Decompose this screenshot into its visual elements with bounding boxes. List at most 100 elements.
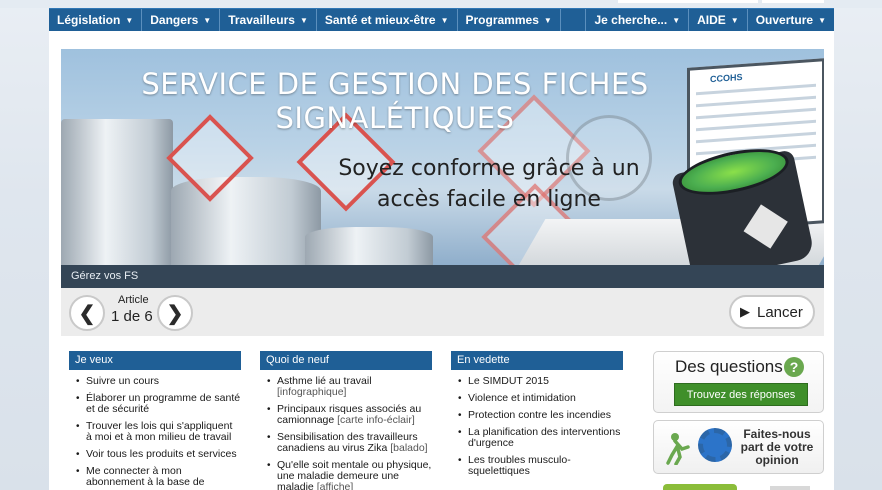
list-link[interactable]: Violence et intimidation [468, 392, 576, 404]
list-link[interactable]: Trouver les lois qui s'appliquent à moi … [86, 420, 232, 443]
article-count: 1 de 6 [111, 308, 153, 325]
chemical-barrel-image [670, 140, 816, 265]
banner-subtitle-line: accès facile en ligne [377, 187, 601, 212]
ccohs-logo-icon [743, 204, 788, 249]
find-answers-button[interactable]: Trouvez des réponses [674, 383, 808, 406]
list-item: Élaborer un programme de santé et de séc… [69, 393, 241, 415]
questions-box: Des questions ? Trouvez des réponses [653, 351, 824, 413]
chevron-left-icon: ❮ [78, 302, 96, 325]
nav-item-sante[interactable]: Santé et mieux-être ▼ [317, 9, 458, 31]
storage-tank-image [61, 119, 173, 265]
banner-subtitle-line: Soyez conforme grâce à un [338, 156, 640, 181]
top-strip [0, 0, 882, 8]
list-link[interactable]: Suivre un cours [86, 375, 159, 387]
storage-tank-image [171, 177, 321, 265]
nav-item-dangers[interactable]: Dangers ▼ [142, 9, 221, 31]
storage-tank-image [305, 227, 433, 265]
nav-item-ouverture[interactable]: Ouverture ▼ [748, 9, 834, 31]
banner-title: SERVICE DE GESTION DES FICHES SIGNALÉTIQ… [95, 67, 695, 135]
carousel-controls: ❮ Article 1 de 6 ❯ ▶ Lancer [61, 288, 824, 336]
search-input[interactable] [618, 0, 758, 3]
screen-logo: CCOHS [710, 71, 743, 85]
list-link[interactable]: Les troubles musculo-squelettiques [468, 454, 571, 477]
list-item: Sensibilisation des travailleurs canadie… [260, 432, 432, 454]
list-item: Le SIMDUT 2015 [451, 375, 623, 388]
list-link[interactable]: Le SIMDUT 2015 [468, 375, 549, 387]
item-note: [infographique] [277, 386, 347, 398]
chevron-down-icon: ▼ [440, 15, 449, 25]
play-icon: ▶ [740, 304, 750, 319]
list-link[interactable]: La planification des interventions d'urg… [468, 426, 620, 449]
quoi-de-neuf-column: Quoi de neuf Asthme lié au travail [info… [260, 351, 432, 490]
list-item: Qu'elle soit mentale ou physique, une ma… [260, 460, 432, 490]
list-item: Les troubles musculo-squelettiques [451, 455, 623, 477]
list-item: Violence et intimidation [451, 392, 623, 405]
chevron-down-icon: ▼ [203, 15, 212, 25]
column-heading: Je veux [69, 351, 241, 370]
list-link[interactable]: Me connecter à mon abonnement à la base … [86, 465, 205, 488]
list-link[interactable]: Qu'elle soit mentale ou physique, une ma… [277, 459, 431, 490]
carousel-banner[interactable]: CCOHS SERVICE DE GESTION DES FICHES SIGN… [61, 49, 824, 265]
nav-item-travailleurs[interactable]: Travailleurs ▼ [220, 9, 317, 31]
list-item: Me connecter à mon abonnement à la base … [69, 466, 241, 488]
chevron-down-icon: ▼ [125, 15, 134, 25]
previous-button[interactable]: ❮ [69, 295, 105, 331]
chevron-down-icon: ▼ [672, 15, 681, 25]
launch-button[interactable]: ▶ Lancer [729, 295, 815, 329]
main-nav: Législation ▼ Dangers ▼ Travailleurs ▼ S… [49, 8, 834, 31]
banner-title-line: SIGNALÉTIQUES [275, 101, 515, 135]
list-link[interactable]: Élaborer un programme de santé et de séc… [86, 392, 240, 415]
screen-row [696, 83, 816, 96]
item-note: [carte info-éclair] [337, 414, 415, 426]
chevron-right-icon: ❯ [166, 302, 184, 325]
chevron-down-icon: ▼ [299, 15, 308, 25]
nav-label: Dangers [150, 13, 199, 27]
chevron-down-icon: ▼ [543, 15, 552, 25]
launch-label: Lancer [757, 303, 803, 321]
screen-row [696, 131, 816, 144]
search-button[interactable] [762, 0, 824, 3]
nav-item-aide[interactable]: AIDE ▼ [689, 9, 748, 31]
nav-item-legislation[interactable]: Législation ▼ [49, 9, 143, 31]
banner-title-line: SERVICE DE GESTION DES FICHES [141, 67, 649, 101]
screen-row [696, 107, 816, 120]
nav-label: Ouverture [755, 13, 814, 27]
list-item: Voir tous les produits et services [69, 448, 241, 461]
list-item: Protection contre les incendies [451, 409, 623, 422]
question-mark-icon: ? [784, 357, 804, 377]
person-pushing-icon [666, 433, 690, 465]
gear-icon [698, 428, 732, 462]
list-item: Trouver les lois qui s'appliquent à moi … [69, 421, 241, 443]
item-note: [affiche] [316, 481, 354, 490]
nav-label: Je cherche... [594, 13, 668, 27]
chevron-down-icon: ▼ [818, 15, 826, 25]
list-item: Asthme lié au travail [infographique] [260, 376, 432, 398]
nav-item-je-cherche[interactable]: Je cherche... ▼ [586, 9, 690, 31]
screen-row [696, 95, 816, 108]
chevron-down-icon: ▼ [730, 15, 739, 25]
je-veux-column: Je veux Suivre un cours Élaborer un prog… [69, 351, 241, 490]
nav-label: AIDE [697, 13, 726, 27]
nav-label: Législation [57, 13, 121, 27]
feedback-text: Faites-nous part de votre opinion [740, 427, 814, 467]
nav-item-programmes[interactable]: Programmes ▼ [458, 9, 561, 31]
item-note: [balado] [390, 442, 428, 454]
screen-row [696, 119, 816, 132]
list-item: La planification des interventions d'urg… [451, 427, 623, 449]
list-link[interactable]: Voir tous les produits et services [86, 448, 237, 460]
nav-label: Programmes [465, 13, 539, 27]
nav-spacer [561, 9, 587, 31]
en-vedette-column: En vedette Le SIMDUT 2015 Violence et in… [451, 351, 623, 483]
partial-banner-element [770, 486, 810, 490]
column-heading: Quoi de neuf [260, 351, 432, 370]
list-item: Principaux risques associés au camionnag… [260, 404, 432, 426]
feedback-box[interactable]: Faites-nous part de votre opinion [653, 420, 824, 474]
article-label: Article [118, 294, 149, 306]
next-button[interactable]: ❯ [157, 295, 193, 331]
questions-title: Des questions [675, 357, 783, 376]
banner-caption: Gérez vos FS [61, 265, 824, 288]
list-item: Suivre un cours [69, 375, 241, 388]
nav-label: Travailleurs [228, 13, 295, 27]
list-link[interactable]: Protection contre les incendies [468, 409, 611, 421]
column-heading: En vedette [451, 351, 623, 370]
